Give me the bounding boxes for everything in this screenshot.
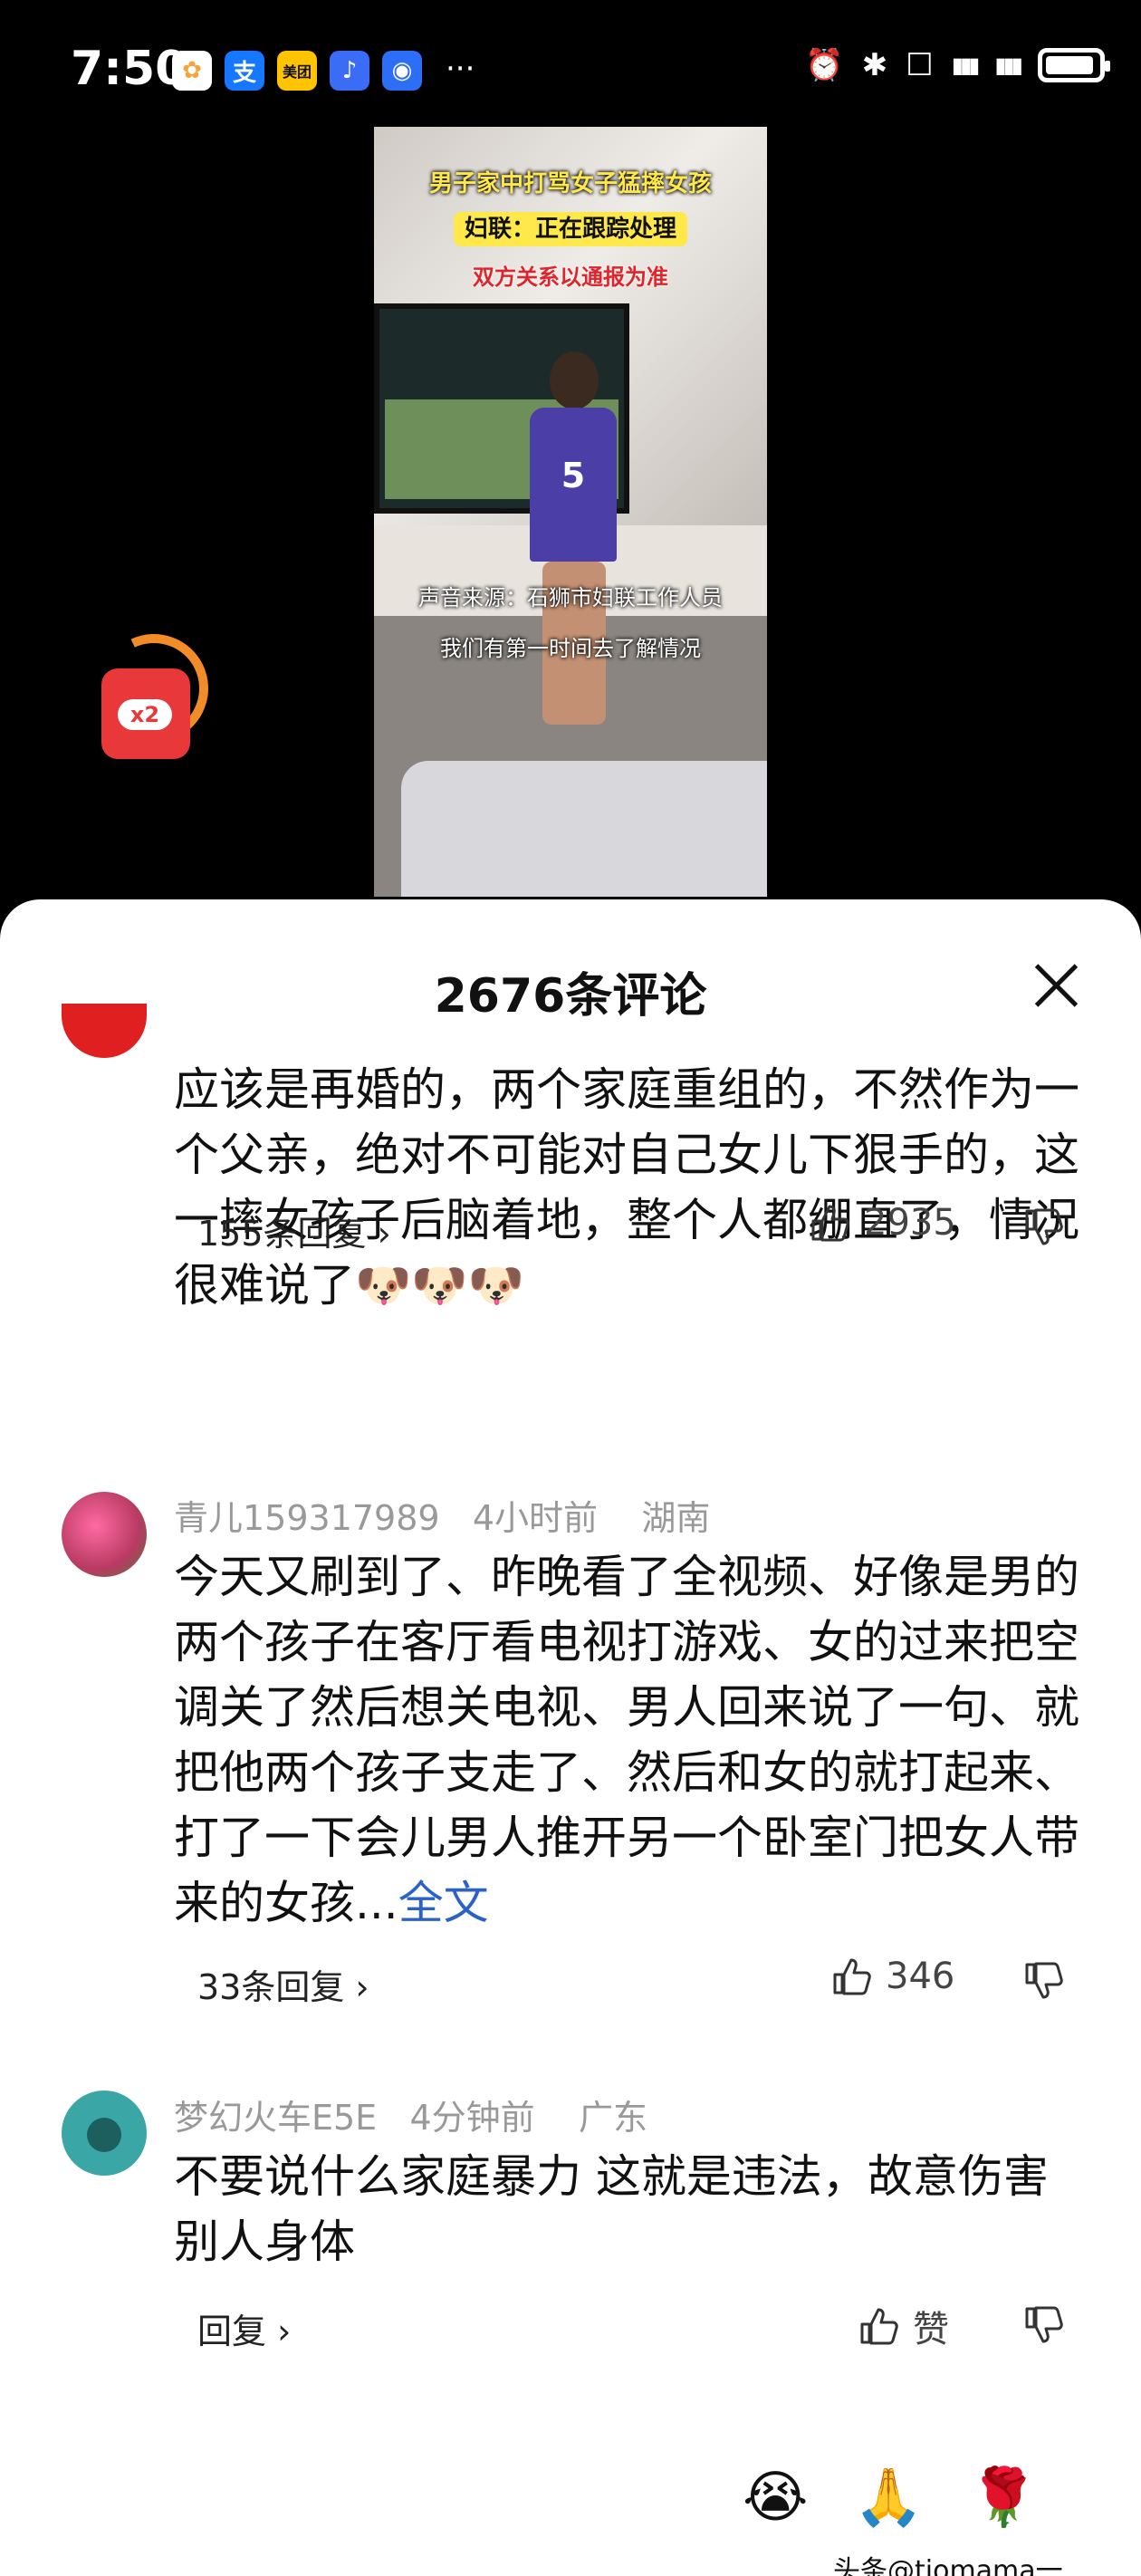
like-button[interactable]: 2935: [810, 1202, 956, 1244]
comment-time: 4小时前: [472, 1498, 599, 1538]
thumbs-up-icon: [833, 1958, 871, 1995]
video-subtitle-line1: 声音来源：石狮市妇联工作人员: [418, 585, 723, 610]
flower-emoji-button[interactable]: 🌹: [969, 2464, 1039, 2531]
video-scene-boy: 5: [517, 351, 626, 732]
like-count: 2935: [864, 1202, 956, 1244]
floating-redpacket-button[interactable]: x2: [84, 619, 224, 770]
more-notifications-icon: ···: [446, 51, 475, 87]
status-right-icons: ⏰ ✱ ☐ ▮▮▮ ▮▮▮: [805, 47, 1110, 83]
expand-full-text-link[interactable]: 全文: [398, 1877, 489, 1929]
video-subtitle-line2: 我们有第一时间去了解情况: [440, 636, 701, 661]
crying-emoji-button[interactable]: 😭: [743, 2464, 808, 2531]
thumbs-up-icon: [860, 2308, 898, 2345]
meituan-app-icon: 美团: [277, 51, 317, 91]
comment-text: 不要说什么家庭暴力 这就是违法，故意伤害别人身体: [174, 2150, 1049, 2268]
watermark: 头条@tiomama一: [833, 2555, 1063, 2576]
status-bar: 7:50 ✿ 支 美团 ♪ ◉ ··· ⏰ ✱ ☐ ▮▮▮ ▮▮▮: [0, 0, 1141, 145]
comment-username[interactable]: 青儿159317989: [174, 1498, 440, 1538]
thumbs-down-icon[interactable]: [1023, 1207, 1065, 1247]
boy-jersey: 5: [530, 408, 617, 562]
view-replies-link[interactable]: 155条回复 ›: [197, 1206, 391, 1255]
comment-text: 应该是再婚的，两个家庭重组的，不然作为一个父亲，绝对不可能对自己女儿下狠手的，这…: [174, 1063, 1079, 1312]
avatar[interactable]: [62, 1492, 147, 1577]
video-player[interactable]: 5 男子家中打骂女子猛摔女孩 妇联：正在跟踪处理 双方关系以通报为准 声音来源：…: [374, 127, 767, 897]
comment-meta: 梦幻火车E5E 4分钟前 广东: [174, 2090, 647, 2139]
thumbs-down-icon[interactable]: [1023, 2305, 1065, 2345]
video-title-line3: 双方关系以通报为准: [473, 264, 668, 290]
boy-head: [550, 351, 599, 409]
comments-count-title: 2676条评论: [434, 969, 707, 1024]
video-title-line1: 男子家中打骂女子猛摔女孩: [428, 170, 712, 197]
like-button[interactable]: 346: [831, 1956, 954, 1997]
signal-icon: ▮▮▮: [951, 53, 981, 78]
comments-panel: 2676条评论 应该是再婚的，两个家庭重组的，不然作为一个父亲，绝对不可能对自己…: [0, 899, 1141, 2576]
comment-username[interactable]: 梦幻火车E5E: [174, 2098, 377, 2138]
photos-app-icon: ✿: [172, 51, 212, 91]
comment-location: 湖南: [641, 1498, 711, 1538]
like-button[interactable]: 赞: [858, 2300, 949, 2352]
like-label: 赞: [913, 2309, 949, 2350]
comment-time: 4分钟前: [409, 2098, 535, 2138]
status-time: 7:50: [71, 42, 188, 96]
quick-emoji-bar: 😭 🙏 🌹: [743, 2464, 1039, 2531]
comment-location: 广东: [578, 2098, 647, 2138]
video-title-highlight: 妇联：正在跟踪处理: [453, 212, 687, 246]
notification-app-icons: ✿ 支 美团 ♪ ◉: [172, 51, 422, 91]
vibrate-icon: ☐: [906, 47, 934, 83]
comment-body: 今天又刷到了、昨晚看了全视频、好像是男的两个孩子在客厅看电视打游戏、女的过来把空…: [174, 1551, 1079, 1929]
alipay-app-icon: 支: [225, 51, 264, 91]
alarm-icon: ⏰: [805, 47, 844, 83]
avatar[interactable]: [62, 2091, 147, 2176]
close-icon[interactable]: [1031, 959, 1081, 1010]
avatar[interactable]: [62, 1004, 147, 1058]
reply-link[interactable]: 回复 ›: [197, 2303, 291, 2353]
battery-icon: [1038, 48, 1110, 82]
browser-app-icon: ◉: [382, 51, 422, 91]
comment-meta: 青儿159317989 4小时前 湖南: [174, 1490, 710, 1540]
view-replies-link[interactable]: 33条回复 ›: [197, 1959, 369, 2009]
pray-emoji-button[interactable]: 🙏: [853, 2464, 923, 2531]
multiplier-badge: x2: [118, 699, 172, 730]
thumbs-up-icon: [811, 1205, 849, 1242]
signal-icon-2: ▮▮▮: [994, 53, 1023, 78]
thumbs-down-icon[interactable]: [1023, 1961, 1065, 2001]
bluetooth-icon: ✱: [861, 47, 888, 83]
video-title-line2: 妇联：正在跟踪处理: [374, 210, 767, 246]
video-scene-bed: [401, 761, 767, 897]
like-count: 346: [886, 1956, 955, 1997]
red-envelope-icon: x2: [101, 668, 190, 759]
comment-text: 今天又刷到了、昨晚看了全视频、好像是男的两个孩子在客厅看电视打游戏、女的过来把空…: [174, 1544, 1088, 1936]
voice-app-icon: ♪: [330, 51, 369, 91]
